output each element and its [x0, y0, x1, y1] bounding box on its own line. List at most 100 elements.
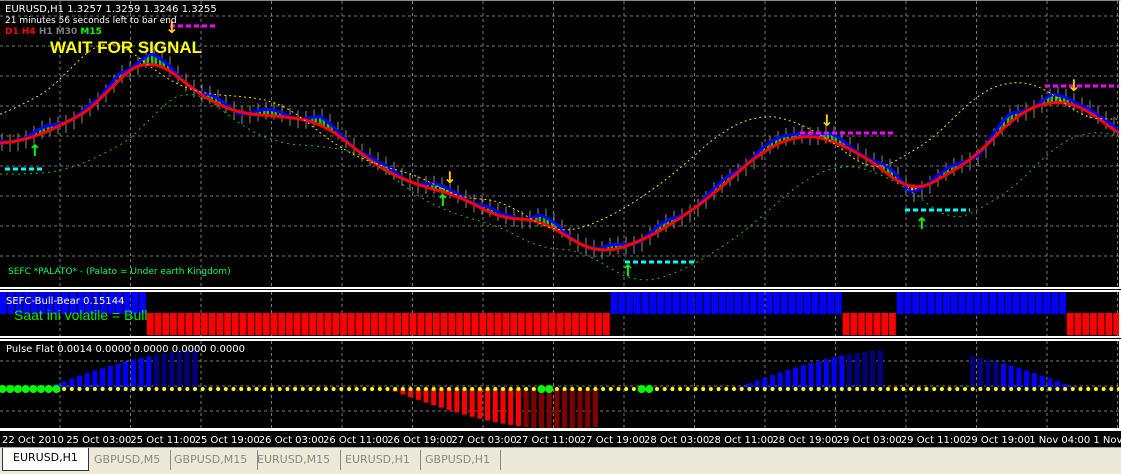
pulse-dot [447, 387, 452, 391]
pulse-dot [862, 387, 867, 391]
bull-bar [773, 292, 780, 314]
bear-bar [386, 313, 394, 335]
bull-bar [780, 292, 788, 314]
time-tick-label: 29 Oct 03:00 [836, 435, 902, 446]
chart-tab[interactable]: EURUSD,H1 [2, 448, 89, 471]
pulse-dot [85, 387, 90, 391]
price-chart-panel[interactable]: ↑ ↑ ↑ ↑ ↓ ↓ ↓ ↓ EURUSD,H1 1.3257 1.3259 1.3246 … [0, 0, 1121, 289]
sell-arrow-icon: ↓ [1067, 76, 1080, 95]
bear-bar [502, 313, 510, 335]
bull-bar [919, 292, 927, 314]
pulse-down-bar [546, 389, 552, 428]
pulse-dot [200, 387, 205, 391]
bull-bar [765, 292, 773, 314]
pulse-dot [52, 385, 61, 393]
pulse-up-bar [970, 356, 976, 389]
bull-bar [680, 292, 688, 314]
pulse-dot [762, 387, 767, 391]
bull-bear-panel[interactable]: SEFC-Bull-Bear 0.15144 Saat ini volatile… [0, 290, 1121, 338]
pulse-up-bar [92, 370, 98, 389]
bull-bar [664, 292, 672, 314]
bear-bar [487, 313, 494, 335]
bull-bar [788, 292, 796, 314]
pulse-down-bar [523, 389, 529, 428]
timeframe-h4: H4 [21, 27, 39, 37]
pulse-dot [239, 387, 244, 391]
chart-tab[interactable]: EURUSD,M15 [247, 450, 342, 470]
pulse-dot [739, 387, 744, 391]
bear-bar [170, 313, 177, 335]
pulse-dot [1055, 387, 1060, 391]
pulse-dot [37, 385, 45, 393]
pulse-dot [262, 387, 267, 391]
timeframe-indicators: D1 H4 H1 M30 M15 [5, 27, 102, 37]
pulse-up-bar [785, 370, 791, 389]
chart-tab[interactable]: EURUSD,H1 [335, 450, 421, 470]
bull-bar [827, 292, 834, 314]
bull-bar [974, 292, 981, 314]
chart-tab[interactable]: GBPUSD,H1 [415, 450, 501, 470]
chart-tab[interactable]: GBPUSD,M15 [164, 450, 259, 470]
pulse-dot [0, 385, 7, 393]
pulse-dot [77, 387, 82, 391]
pulse-down-bar [515, 389, 521, 427]
bear-bar [865, 313, 873, 335]
time-tick-label: 25 Oct 19:00 [194, 435, 260, 446]
bull-bar [649, 292, 657, 314]
pulse-dot [893, 387, 898, 391]
timeframe-m15: M15 [80, 27, 102, 37]
bull-bar [1059, 292, 1066, 314]
bear-bar [858, 313, 865, 335]
pulse-dot [377, 387, 382, 391]
bear-bar [448, 313, 456, 335]
bull-bar [943, 292, 950, 314]
volatility-note: Saat ini volatile = Bull [14, 307, 148, 323]
chart-tab[interactable]: GBPUSD,M5 [84, 450, 172, 470]
pulse-dot [470, 387, 475, 391]
pulse-dot [585, 387, 590, 391]
bear-bar [548, 313, 556, 335]
pulse-dot [955, 387, 960, 391]
pulse-up-bar [123, 361, 129, 389]
pulse-dot [1101, 387, 1106, 391]
pulse-down-bar [477, 389, 483, 419]
pulse-dot [670, 387, 675, 391]
pulse-dot [493, 387, 498, 391]
pulse-dot [400, 387, 405, 391]
pulse-dot [1070, 387, 1075, 391]
bear-bar [301, 313, 309, 335]
bull-bar [726, 292, 734, 314]
bull-bar [1028, 292, 1035, 314]
bull-bar [657, 292, 664, 314]
pulse-dot [21, 385, 30, 393]
bull-bar [1005, 292, 1012, 314]
pulse-dot [216, 387, 221, 391]
pulse-dot [231, 387, 236, 391]
bull-bar [734, 292, 742, 314]
bear-bar [231, 313, 239, 335]
pulse-flat-panel[interactable]: Pulse Flat 0.0014 0.0000 0.0000 0.0000 0… [0, 339, 1121, 430]
bull-bar [912, 292, 919, 314]
bear-bar [517, 313, 525, 335]
pulse-dot [570, 387, 575, 391]
pulse-dot [116, 387, 120, 391]
pulse-dot [162, 387, 167, 391]
bear-bar [224, 313, 231, 335]
pulse-dot [354, 387, 359, 391]
bull-bar [966, 292, 974, 314]
pulse-up-bar [870, 350, 876, 389]
pulse-dot [254, 387, 259, 391]
pulse-dot [662, 387, 667, 391]
pulse-dot [246, 387, 251, 391]
pulse-dot [886, 387, 890, 391]
pulse-dot [362, 387, 367, 391]
pulse-dot [624, 387, 629, 391]
pulse-dot [693, 387, 698, 391]
bear-bar [316, 313, 324, 335]
time-tick-label: 28 Oct 19:00 [772, 435, 838, 446]
pulse-dot [947, 387, 952, 391]
timeframe-d1: D1 [5, 27, 22, 37]
pulse-dot [501, 387, 505, 391]
pulse-down-bar [431, 389, 437, 406]
pulse-up-bar [100, 368, 106, 389]
